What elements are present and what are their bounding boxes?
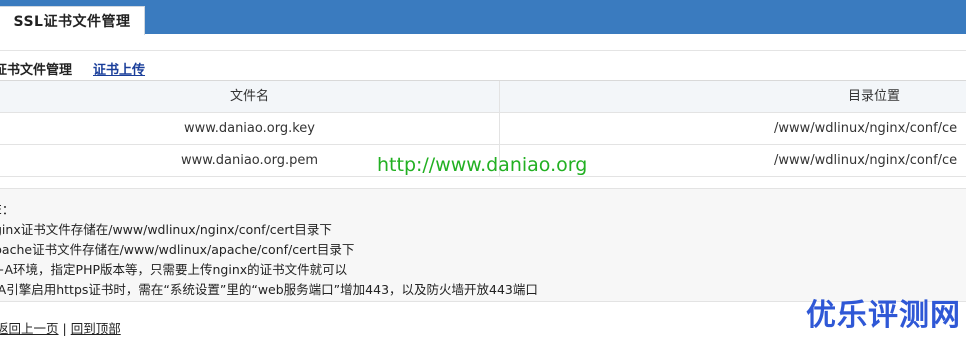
top-header-bar: SSL证书文件管理 bbox=[0, 0, 966, 35]
subnav-cert-upload-link[interactable]: 证书上传 bbox=[93, 59, 145, 78]
column-header-filename: 文件名 bbox=[0, 81, 500, 112]
cell-directory: /www/wdlinux/nginx/conf/ce bbox=[500, 113, 966, 144]
note-line: pache证书文件存储在/www/wdlinux/apache/conf/cer… bbox=[0, 242, 355, 257]
tab-ssl-cert-management[interactable]: SSL证书文件管理 bbox=[0, 6, 145, 35]
table-row: www.daniao.org.key /www/wdlinux/nginx/co… bbox=[0, 113, 966, 145]
cell-directory-text: /www/wdlinux/nginx/conf/ce bbox=[774, 153, 958, 168]
subnav-cert-file-management: 证书文件管理 bbox=[0, 63, 73, 78]
back-link[interactable]: 返回上一页 bbox=[0, 321, 59, 336]
note-line: IA引擎启用https证书时，需在“系统设置”里的“web服务端口”增加443，… bbox=[0, 282, 538, 297]
table-header-row: 文件名 目录位置 bbox=[0, 81, 966, 113]
tab-label: SSL证书文件管理 bbox=[13, 14, 131, 30]
note-line: ginx证书文件存储在/www/wdlinux/nginx/conf/cert目… bbox=[0, 222, 332, 237]
notes-panel: E： ginx证书文件存储在/www/wdlinux/nginx/conf/ce… bbox=[0, 188, 966, 302]
site-logo-watermark: 优乐评测网 bbox=[806, 298, 961, 333]
column-header-directory: 目录位置 bbox=[500, 81, 966, 112]
note-line: E： bbox=[0, 202, 15, 217]
cell-directory-text: /www/wdlinux/nginx/conf/ce bbox=[774, 121, 958, 136]
column-header-directory-label: 目录位置 bbox=[848, 89, 901, 104]
note-line: +A环境，指定PHP版本等，只需要上传nginx的证书文件就可以 bbox=[0, 262, 348, 277]
site-watermark: http://www.daniao.org bbox=[377, 154, 588, 176]
back-to-top-link[interactable]: 回到顶部 bbox=[71, 321, 121, 336]
sub-navigation: 证书文件管理 证书上传 bbox=[0, 50, 966, 81]
footer-links: 返回上一页 | 回到顶部 bbox=[0, 318, 121, 337]
cell-filename: www.daniao.org.key bbox=[0, 113, 500, 144]
footer-separator: | bbox=[62, 321, 67, 336]
